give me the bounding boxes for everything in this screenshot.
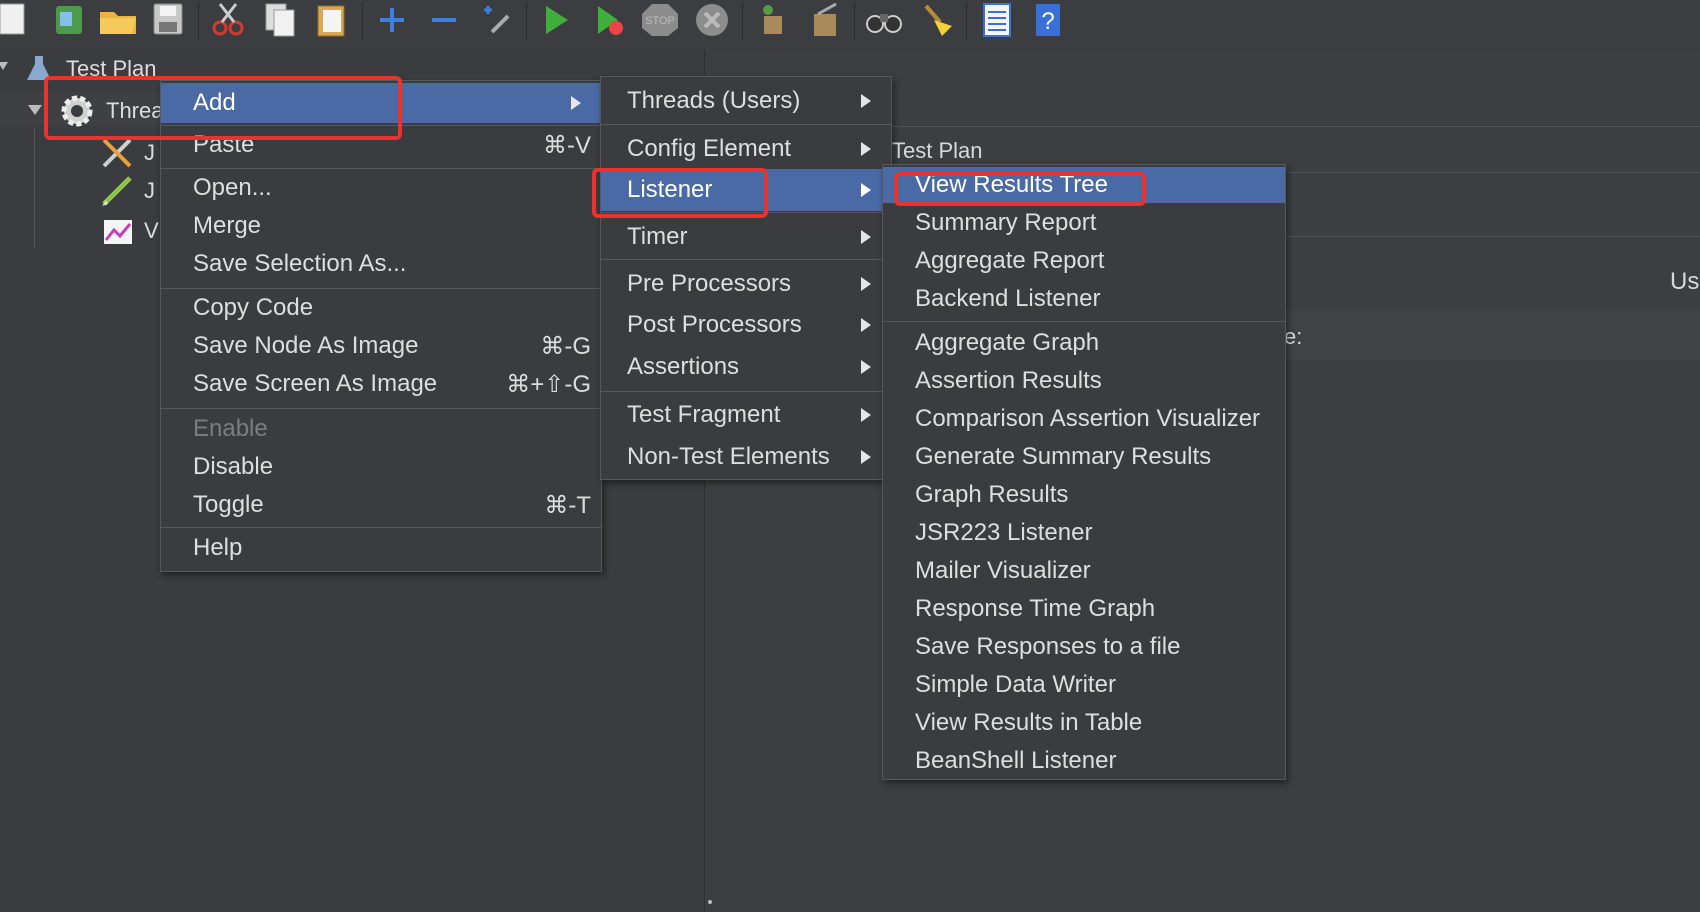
menu-item-config-element[interactable]: Config Element — [601, 129, 891, 169]
menu-item-timer[interactable]: Timer — [601, 217, 891, 257]
menu-item-save-responses-to-a-file[interactable]: Save Responses to a file — [883, 629, 1285, 665]
submenu-arrow-icon — [861, 230, 871, 244]
toolbar: STOP ? — [0, 0, 1700, 51]
menu-item-aggregate-graph[interactable]: Aggregate Graph — [883, 325, 1285, 361]
pencil-icon — [100, 174, 136, 214]
menu-item-save-node-as-image[interactable]: Save Node As Image ⌘-G — [161, 328, 601, 364]
menu-item-beanshell-listener[interactable]: BeanShell Listener — [883, 743, 1285, 779]
submenu-arrow-icon — [861, 142, 871, 156]
menu-item-non-test-elements[interactable]: Non-Test Elements — [601, 437, 891, 477]
graph-icon — [102, 216, 136, 252]
menu-item-disable[interactable]: Disable — [161, 449, 601, 485]
tree-node-child-3[interactable]: V — [0, 214, 160, 248]
submenu-arrow-icon — [861, 183, 871, 197]
menu-item-copy-code[interactable]: Copy Code — [161, 290, 601, 326]
clear-icon[interactable] — [750, 0, 794, 40]
shutdown-icon[interactable] — [690, 0, 734, 40]
tree-expand-icon[interactable] — [0, 62, 8, 70]
submenu-arrow-icon — [861, 94, 871, 108]
menu-item-comparison-assertion-visualizer[interactable]: Comparison Assertion Visualizer — [883, 401, 1285, 437]
listener-submenu: View Results Tree Summary Report Aggrega… — [882, 164, 1286, 780]
expand-icon[interactable] — [370, 0, 414, 40]
menu-item-help[interactable]: Help — [161, 530, 601, 566]
stop-icon[interactable]: STOP — [638, 0, 682, 40]
cut-icon[interactable] — [206, 0, 250, 40]
sampler-tools-icon — [100, 136, 136, 176]
copy-icon[interactable] — [258, 0, 302, 40]
menu-item-assertion-results[interactable]: Assertion Results — [883, 363, 1285, 399]
menu-item-simple-data-writer[interactable]: Simple Data Writer — [883, 667, 1285, 703]
annotation-highlight-listener — [592, 168, 768, 218]
start-no-pauses-icon[interactable] — [586, 0, 630, 40]
menu-item-generate-summary-results[interactable]: Generate Summary Results — [883, 439, 1285, 475]
menu-item-view-results-in-table[interactable]: View Results in Table — [883, 705, 1285, 741]
partial-label: Us — [1670, 268, 1700, 295]
partial-field-label: e: — [1284, 324, 1303, 349]
templates-icon[interactable] — [46, 0, 90, 40]
submenu-arrow-icon — [571, 96, 581, 110]
collapse-icon[interactable] — [422, 0, 466, 40]
svg-text:STOP: STOP — [645, 15, 675, 27]
submenu-arrow-icon — [861, 277, 871, 291]
tree-node-child-1[interactable]: J — [0, 136, 160, 170]
editor-title: Test Plan — [892, 138, 983, 163]
menu-item-post-processors[interactable]: Post Processors — [601, 305, 891, 345]
submenu-arrow-icon — [861, 360, 871, 374]
menu-item-summary-report[interactable]: Summary Report — [883, 205, 1285, 241]
submenu-arrow-icon — [861, 450, 871, 464]
search-icon[interactable] — [862, 0, 906, 40]
menu-item-response-time-graph[interactable]: Response Time Graph — [883, 591, 1285, 627]
annotation-highlight-view-results-tree — [894, 172, 1146, 206]
open-icon[interactable] — [96, 0, 140, 40]
annotation-highlight-add — [44, 76, 402, 140]
menu-item-toggle[interactable]: Toggle ⌘-T — [161, 487, 601, 523]
function-helper-icon[interactable] — [974, 0, 1018, 40]
paste-icon[interactable] — [310, 0, 354, 40]
tree-expand-icon[interactable] — [28, 105, 42, 115]
menu-item-test-fragment[interactable]: Test Fragment — [601, 395, 891, 435]
clear-all-icon[interactable] — [802, 0, 846, 40]
menu-item-mailer-visualizer[interactable]: Mailer Visualizer — [883, 553, 1285, 589]
menu-item-pre-processors[interactable]: Pre Processors — [601, 264, 891, 304]
reset-search-icon[interactable] — [914, 0, 958, 40]
menu-item-graph-results[interactable]: Graph Results — [883, 477, 1285, 513]
menu-item-open[interactable]: Open... — [161, 170, 601, 206]
help-icon[interactable]: ? — [1026, 0, 1070, 40]
context-menu: Add Paste ⌘-V Open... Merge Save Selecti… — [160, 80, 602, 572]
menu-item-assertions[interactable]: Assertions — [601, 347, 891, 387]
tree-guide-line — [34, 128, 35, 248]
tree-node-child-2[interactable]: J — [0, 174, 160, 208]
submenu-arrow-icon — [861, 318, 871, 332]
menu-item-merge[interactable]: Merge — [161, 208, 601, 244]
menu-item-enable: Enable — [193, 415, 268, 442]
menu-item-aggregate-report[interactable]: Aggregate Report — [883, 243, 1285, 279]
menu-item-save-selection-as[interactable]: Save Selection As... — [161, 246, 601, 282]
save-icon[interactable] — [146, 0, 190, 40]
add-submenu: Threads (Users) Config Element Listener … — [600, 76, 892, 480]
start-icon[interactable] — [534, 0, 578, 40]
toggle-icon[interactable] — [474, 0, 518, 40]
menu-item-threads-users[interactable]: Threads (Users) — [601, 81, 891, 121]
divider-grip — [708, 900, 712, 904]
svg-text:?: ? — [1041, 8, 1054, 35]
new-icon[interactable] — [0, 0, 36, 40]
menu-item-jsr223-listener[interactable]: JSR223 Listener — [883, 515, 1285, 551]
menu-item-save-screen-as-image[interactable]: Save Screen As Image ⌘+⇧-G — [161, 366, 601, 402]
menu-item-backend-listener[interactable]: Backend Listener — [883, 281, 1285, 317]
submenu-arrow-icon — [861, 408, 871, 422]
